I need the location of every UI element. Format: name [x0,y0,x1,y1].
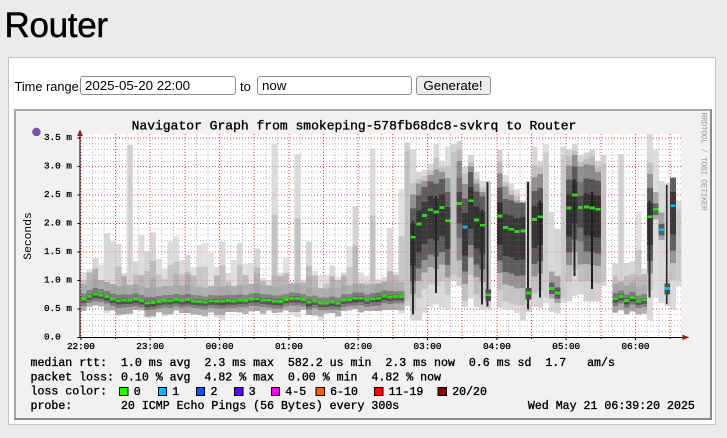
svg-text:3.0 m: 3.0 m [44,161,72,172]
svg-text:3.5 m: 3.5 m [44,132,72,143]
svg-text:1.5 m: 1.5 m [44,246,72,257]
svg-text:Navigator Graph from smokeping: Navigator Graph from smokeping-578fb68dc… [132,119,577,134]
svg-text:median rtt: 1.0 ms avg 2.3 m: median rtt: 1.0 ms avg 2.3 ms max 582.2 … [31,357,615,370]
svg-text:0.5 m: 0.5 m [44,303,72,314]
svg-text:Seconds: Seconds [23,212,35,259]
svg-text:packet loss: 0.10 % avg 4.82: packet loss: 0.10 % avg 4.82 % max 0.00 … [31,371,442,384]
svg-text:02:00: 02:00 [344,341,372,352]
svg-text:01:00: 01:00 [275,341,303,352]
svg-text:04:00: 04:00 [483,341,511,352]
svg-text:probe: 20 ICMP Echo Ping: probe: 20 ICMP Echo Pings (56 Bytes) eve… [31,400,400,413]
svg-text:2: 2 [211,386,218,399]
svg-text:2.5 m: 2.5 m [44,189,72,200]
svg-text:loss color:: loss color: [31,386,108,399]
svg-text:RRDTOOL / TOBI OETIKER: RRDTOOL / TOBI OETIKER [699,113,708,211]
svg-text:0.0: 0.0 [44,332,61,343]
svg-text:0: 0 [134,386,141,399]
svg-text:20/20: 20/20 [452,386,487,399]
svg-text:00:00: 00:00 [206,341,234,352]
svg-text:4-5: 4-5 [285,386,306,399]
svg-text:3: 3 [249,386,256,399]
svg-text:23:00: 23:00 [136,341,164,352]
svg-text:1: 1 [172,386,179,399]
svg-text:03:00: 03:00 [414,341,442,352]
svg-text:2.0 m: 2.0 m [44,218,72,229]
svg-text:06:00: 06:00 [622,341,650,352]
svg-text:05:00: 05:00 [552,341,580,352]
svg-text:11-19: 11-19 [389,386,424,399]
svg-text:Wed May 21 06:39:20 2025: Wed May 21 06:39:20 2025 [528,400,695,413]
svg-text:22:00: 22:00 [67,341,95,352]
svg-text:1.0 m: 1.0 m [44,275,72,286]
svg-text:6-10: 6-10 [330,386,358,399]
